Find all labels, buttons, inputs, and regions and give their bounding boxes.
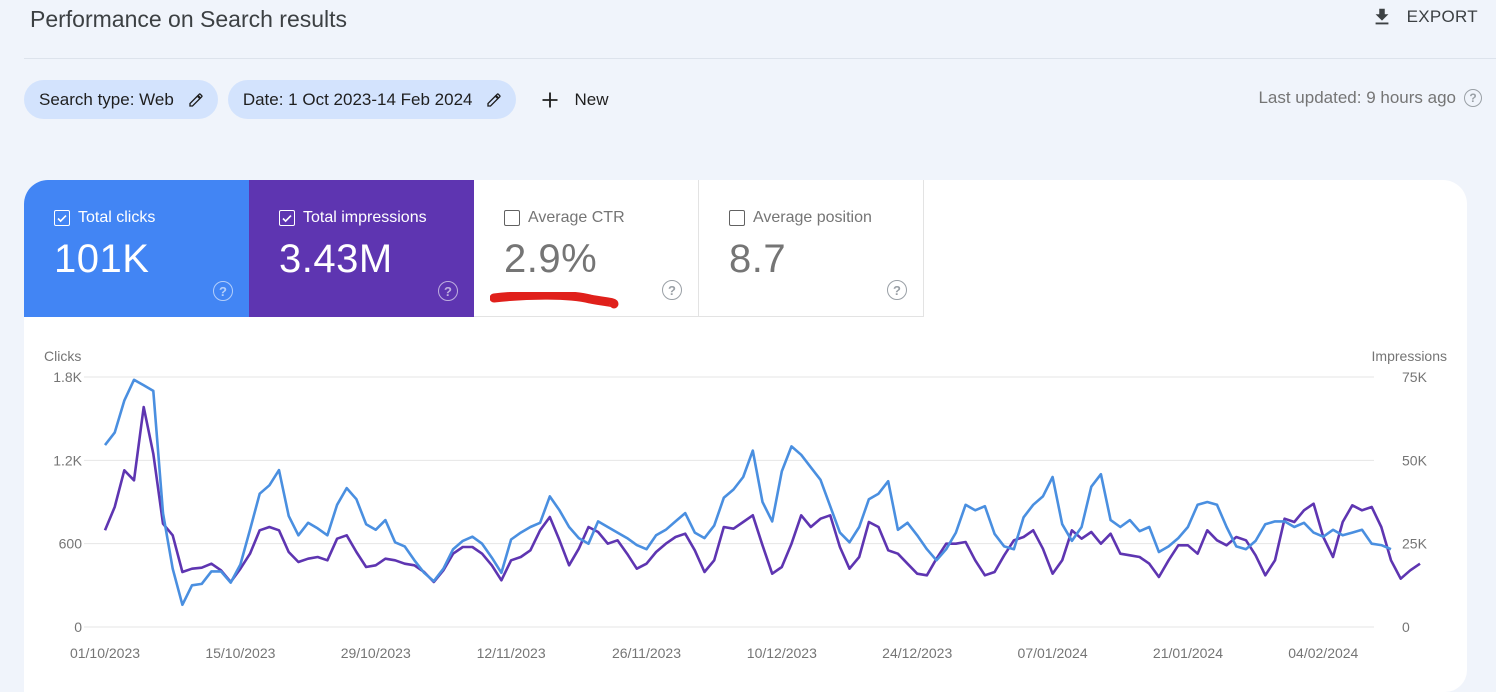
search-type-chip[interactable]: Search type: Web: [24, 80, 218, 119]
x-tick-label: 26/11/2023: [612, 645, 681, 661]
x-tick-label: 29/10/2023: [341, 645, 411, 661]
right-tick-label: 0: [1402, 619, 1410, 635]
last-updated-text: Last updated: 9 hours ago: [1258, 88, 1456, 107]
filter-bar: Search type: Web Date: 1 Oct 2023-14 Feb…: [24, 80, 609, 119]
right-tick-label: 50K: [1402, 452, 1428, 468]
x-tick-label: 21/01/2024: [1153, 645, 1223, 661]
right-tick-label: 25K: [1402, 536, 1428, 552]
right-axis-title: Impressions: [1372, 348, 1447, 364]
x-tick-label: 10/12/2023: [747, 645, 817, 661]
x-tick-label: 04/02/2024: [1288, 645, 1358, 661]
impressions-line: [103, 405, 1421, 584]
clicks-line: [103, 378, 1392, 607]
new-filter-label: New: [574, 89, 609, 109]
new-filter-button[interactable]: New: [540, 89, 609, 110]
left-tick-label: 0: [74, 619, 82, 635]
download-icon: [1375, 8, 1389, 25]
performance-chart: Clicks Impressions 0 0 600 25K 1.2K 50K 1.8K 75…: [44, 348, 1447, 661]
export-label: EXPORT: [1406, 7, 1478, 26]
left-axis-title: Clicks: [44, 348, 81, 364]
pencil-icon: [189, 92, 203, 107]
date-range-chip[interactable]: Date: 1 Oct 2023-14 Feb 2024: [227, 80, 517, 119]
left-tick-label: 600: [59, 536, 83, 552]
x-tick-label: 01/10/2023: [70, 645, 140, 661]
page-title: Performance on Search results: [30, 6, 348, 32]
left-tick-label: 1.2K: [53, 452, 82, 468]
right-tick-label: 75K: [1402, 369, 1428, 385]
x-tick-label: 12/11/2023: [477, 645, 546, 661]
x-tick-label: 15/10/2023: [205, 645, 275, 661]
header-divider: [24, 58, 1496, 59]
x-tick-label: 07/01/2024: [1018, 645, 1088, 661]
left-tick-label: 1.8K: [53, 369, 82, 385]
date-range-label: Date: 1 Oct 2023-14 Feb 2024: [242, 89, 473, 109]
red-underline-annotation: [490, 292, 619, 309]
performance-panel: Total clicks 101K ? Total impressions 3.…: [24, 180, 1467, 692]
search-type-label: Search type: Web: [39, 89, 174, 109]
help-icon[interactable]: ?: [1464, 89, 1482, 107]
x-tick-label: 24/12/2023: [882, 645, 952, 661]
export-button[interactable]: EXPORT: [1371, 6, 1478, 28]
pencil-icon: [487, 92, 502, 107]
last-updated: Last updated: 9 hours ago ?: [1258, 88, 1482, 108]
plus-icon: [542, 92, 558, 107]
